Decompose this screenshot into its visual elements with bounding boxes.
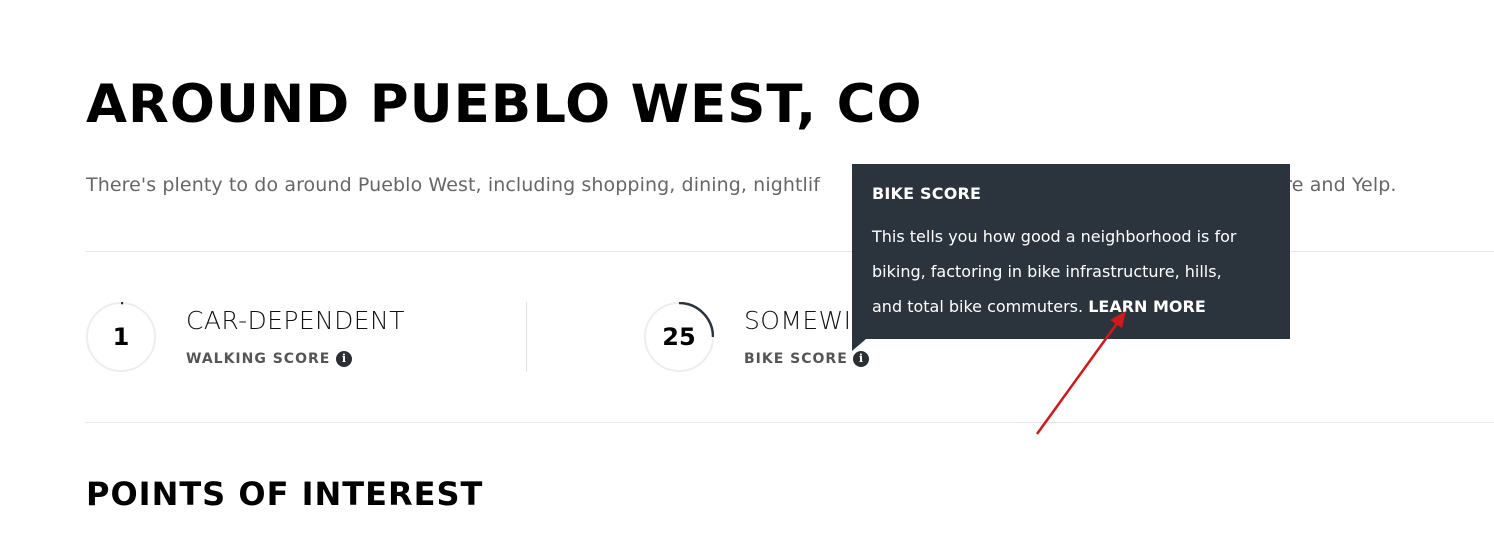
- tooltip-title: BIKE SCORE: [872, 184, 982, 203]
- description-head: There's plenty to do around Pueblo West,…: [86, 174, 821, 196]
- bike-score-ring: 25: [644, 302, 714, 372]
- section-title-points-of-interest: POINTS OF INTEREST: [86, 475, 484, 513]
- tooltip-line: and total bike commuters.: [872, 297, 1084, 316]
- bike-score-label: BIKE SCORE: [744, 351, 848, 367]
- walking-score-value: 1: [112, 323, 130, 351]
- learn-more-link[interactable]: LEARN MORE: [1088, 297, 1206, 316]
- walking-score-title: CAR-DEPENDENT: [186, 306, 405, 335]
- tooltip-line: This tells you how good a neighborhood i…: [872, 227, 1237, 246]
- walking-score-ring: 1: [86, 302, 156, 372]
- tooltip-line: biking, factoring in bike infrastructure…: [872, 262, 1222, 281]
- page-description: There's plenty to do around Pueblo West,…: [86, 172, 820, 198]
- bike-score-title: SOMEWI: [744, 306, 852, 335]
- info-icon[interactable]: i: [853, 351, 869, 367]
- divider-bottom: [86, 422, 1494, 423]
- page-title: AROUND PUEBLO WEST, CO: [86, 74, 923, 135]
- info-icon[interactable]: i: [336, 351, 352, 367]
- tooltip-caret: [852, 339, 866, 351]
- walking-score-label: WALKING SCORE: [186, 351, 331, 367]
- tooltip-body: This tells you how good a neighborhood i…: [872, 219, 1270, 324]
- bike-score-value: 25: [662, 323, 696, 351]
- bike-score-tooltip: BIKE SCORE This tells you how good a nei…: [852, 164, 1290, 339]
- score-divider: [526, 302, 527, 372]
